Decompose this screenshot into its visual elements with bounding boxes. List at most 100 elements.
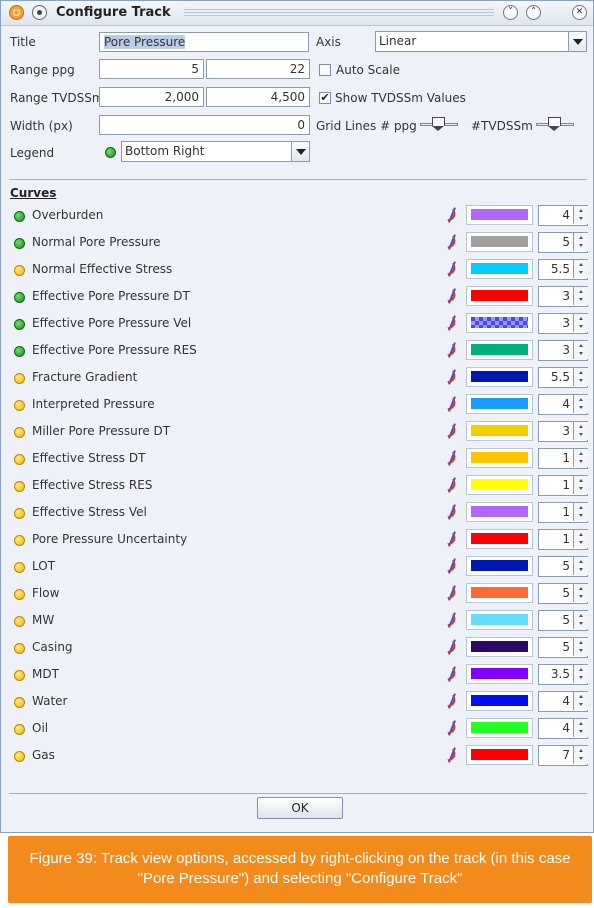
spinner-down-icon[interactable] [573, 593, 588, 602]
curve-color-button[interactable] [466, 583, 533, 603]
curve-style-icon[interactable] [445, 451, 459, 465]
curve-width-value[interactable]: 3 [539, 287, 572, 306]
curve-width-spinner[interactable]: 4 [538, 205, 588, 226]
curve-style-icon[interactable] [445, 559, 459, 573]
spinner-down-icon[interactable] [573, 458, 588, 467]
curve-color-button[interactable] [466, 421, 533, 441]
range-ppg-max-input[interactable]: 22 [206, 59, 310, 79]
curve-color-button[interactable] [466, 475, 533, 495]
spinner-down-icon[interactable] [573, 404, 588, 413]
curve-color-button[interactable] [466, 637, 533, 657]
curve-style-icon[interactable] [445, 289, 459, 303]
curve-style-icon[interactable] [445, 586, 459, 600]
curve-color-button[interactable] [466, 232, 533, 252]
slider-thumb[interactable] [432, 117, 445, 131]
title-input[interactable]: Pore Pressure [99, 32, 309, 52]
spinner-down-icon[interactable] [573, 539, 588, 548]
curve-style-icon[interactable] [445, 667, 459, 681]
curve-style-icon[interactable] [445, 505, 459, 519]
curve-width-value[interactable]: 5 [539, 638, 572, 657]
curve-color-button[interactable] [466, 205, 533, 225]
curve-width-value[interactable]: 1 [539, 530, 572, 549]
spinner-down-icon[interactable] [573, 377, 588, 386]
curve-style-icon[interactable] [445, 370, 459, 384]
curve-width-value[interactable]: 5 [539, 233, 572, 252]
curve-width-value[interactable]: 5 [539, 611, 572, 630]
curve-color-button[interactable] [466, 664, 533, 684]
grid-tvdssm-slider[interactable] [536, 117, 574, 131]
curve-style-icon[interactable] [445, 235, 459, 249]
curve-width-spinner[interactable]: 3 [538, 286, 588, 307]
curve-width-value[interactable]: 1 [539, 449, 572, 468]
curve-width-spinner[interactable]: 5 [538, 583, 588, 604]
curve-style-icon[interactable] [445, 640, 459, 654]
curve-width-spinner[interactable]: 1 [538, 529, 588, 550]
curve-style-icon[interactable] [445, 208, 459, 222]
range-tvdssm-max-input[interactable]: 4,500 [206, 87, 310, 107]
window-menu-icon[interactable] [32, 5, 47, 20]
curve-style-icon[interactable] [445, 343, 459, 357]
curve-width-spinner[interactable]: 3 [538, 313, 588, 334]
curve-width-spinner[interactable]: 5.5 [538, 367, 588, 388]
curve-color-button[interactable] [466, 448, 533, 468]
curve-width-value[interactable]: 5 [539, 584, 572, 603]
slider-thumb[interactable] [548, 117, 561, 131]
curve-width-spinner[interactable]: 5 [538, 637, 588, 658]
spinner-down-icon[interactable] [573, 323, 588, 332]
curve-style-icon[interactable] [445, 721, 459, 735]
curve-color-button[interactable] [466, 610, 533, 630]
spinner-down-icon[interactable] [573, 647, 588, 656]
curve-color-button[interactable] [466, 313, 533, 333]
curve-width-value[interactable]: 4 [539, 206, 572, 225]
curve-color-button[interactable] [466, 394, 533, 414]
range-ppg-min-input[interactable]: 5 [99, 59, 204, 79]
grid-ppg-slider[interactable] [420, 117, 458, 131]
title-bar[interactable]: Configure Track ˅ ˄ ✕ [1, 1, 593, 26]
curve-width-spinner[interactable]: 4 [538, 718, 588, 739]
spinner-down-icon[interactable] [573, 701, 588, 710]
spinner-down-icon[interactable] [573, 296, 588, 305]
width-input[interactable]: 0 [99, 115, 310, 135]
curve-width-value[interactable]: 4 [539, 719, 572, 738]
chevron-down-icon[interactable] [568, 32, 586, 51]
curve-width-spinner[interactable]: 3.5 [538, 664, 588, 685]
show-tvdssm-checkbox[interactable]: ✔ [319, 92, 331, 104]
curve-width-spinner[interactable]: 5 [538, 556, 588, 577]
curve-width-spinner[interactable]: 5 [538, 610, 588, 631]
curve-style-icon[interactable] [445, 748, 459, 762]
curve-width-value[interactable]: 1 [539, 476, 572, 495]
axis-select[interactable]: Linear [375, 31, 587, 52]
range-tvdssm-min-input[interactable]: 2,000 [99, 87, 204, 107]
curve-width-spinner[interactable]: 5 [538, 232, 588, 253]
spinner-down-icon[interactable] [573, 512, 588, 521]
spinner-down-icon[interactable] [573, 674, 588, 683]
curve-color-button[interactable] [466, 745, 533, 765]
spinner-down-icon[interactable] [573, 566, 588, 575]
curve-color-button[interactable] [466, 259, 533, 279]
curve-width-value[interactable]: 1 [539, 503, 572, 522]
ok-button[interactable]: OK [257, 797, 343, 819]
curve-style-icon[interactable] [445, 613, 459, 627]
curve-width-spinner[interactable]: 3 [538, 340, 588, 361]
collapse-icon[interactable]: ˅ [503, 5, 518, 20]
close-icon[interactable]: ✕ [572, 5, 587, 20]
curve-color-button[interactable] [466, 556, 533, 576]
curve-color-button[interactable] [466, 286, 533, 306]
curve-style-icon[interactable] [445, 397, 459, 411]
spinner-down-icon[interactable] [573, 215, 588, 224]
curve-width-spinner[interactable]: 1 [538, 475, 588, 496]
curve-style-icon[interactable] [445, 532, 459, 546]
spinner-down-icon[interactable] [573, 269, 588, 278]
curve-color-button[interactable] [466, 718, 533, 738]
curve-width-spinner[interactable]: 1 [538, 448, 588, 469]
curve-width-spinner[interactable]: 4 [538, 394, 588, 415]
curve-color-button[interactable] [466, 367, 533, 387]
expand-icon[interactable]: ˄ [526, 5, 541, 20]
curve-width-spinner[interactable]: 1 [538, 502, 588, 523]
curve-width-value[interactable]: 3 [539, 341, 572, 360]
spinner-down-icon[interactable] [573, 242, 588, 251]
curve-color-button[interactable] [466, 691, 533, 711]
curve-width-value[interactable]: 3 [539, 422, 572, 441]
curve-width-spinner[interactable]: 3 [538, 421, 588, 442]
curve-width-value[interactable]: 5 [539, 557, 572, 576]
